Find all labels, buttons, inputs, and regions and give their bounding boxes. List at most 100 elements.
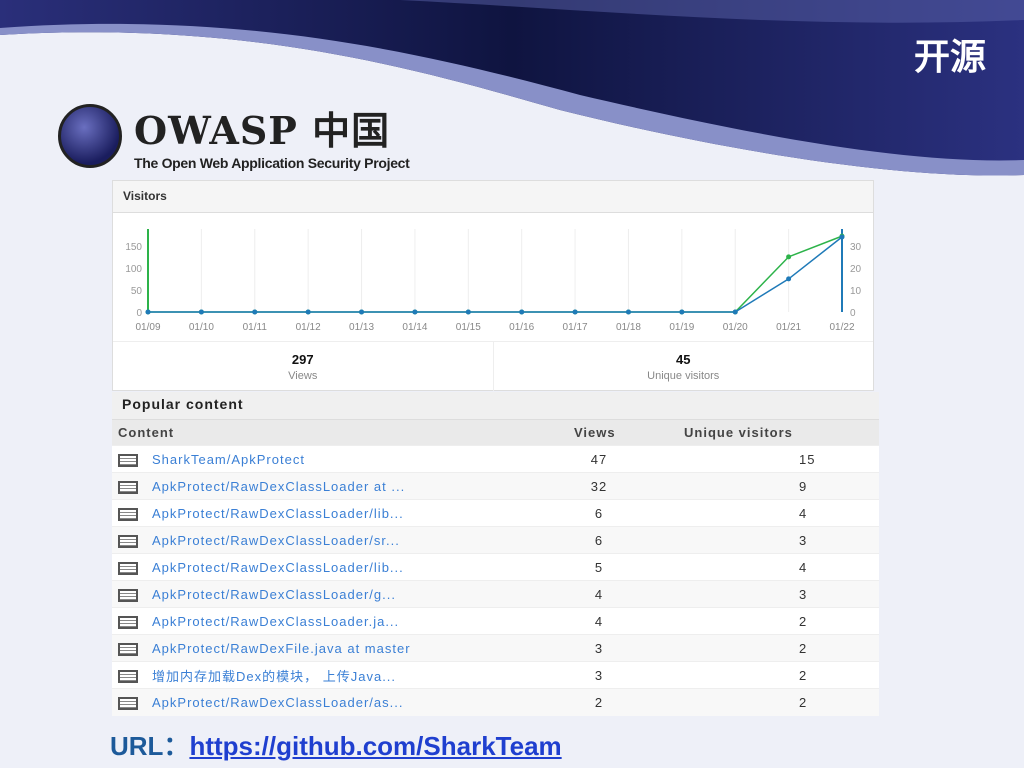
views-cell: 2: [544, 688, 654, 716]
x-tick-label: 01/14: [402, 322, 427, 333]
data-point: [305, 309, 311, 315]
table-row: ApkProtect/RawDexClassLoader/g... 4 3: [112, 580, 879, 608]
logo-tagline: The Open Web Application Security Projec…: [134, 155, 410, 171]
content-link[interactable]: ApkProtect/RawDexClassLoader/g...: [152, 587, 396, 602]
table-row: SharkTeam/ApkProtect 47 15: [112, 445, 879, 473]
table-row: ApkProtect/RawDexClassLoader/sr... 6 3: [112, 526, 879, 554]
github-link[interactable]: https://github.com/SharkTeam: [189, 731, 561, 761]
x-tick-label: 01/12: [296, 322, 321, 333]
series-line-views: [148, 235, 843, 313]
col-views: Views: [544, 419, 654, 446]
table-row: 增加内存加载Dex的模块， 上传Java... 3 2: [112, 661, 879, 689]
data-point: [519, 309, 525, 315]
x-tick-label: 01/16: [509, 322, 534, 333]
table-row: ApkProtect/RawDexClassLoader at ... 32 9: [112, 472, 879, 500]
data-point: [786, 276, 792, 282]
data-point: [839, 234, 845, 240]
data-point: [252, 309, 258, 315]
views-cell: 6: [544, 499, 654, 527]
content-link[interactable]: ApkProtect/RawDexClassLoader at ...: [152, 479, 405, 494]
content-link[interactable]: ApkProtect/RawDexClassLoader/lib...: [152, 560, 404, 575]
data-point: [145, 309, 151, 315]
owasp-emblem-icon: [58, 103, 122, 168]
content-link[interactable]: ApkProtect/RawDexClassLoader/sr...: [152, 533, 400, 548]
unique-cell: 4: [654, 553, 879, 581]
url-line: URL：https://github.com/SharkTeam: [110, 726, 562, 763]
data-point: [465, 309, 471, 315]
document-icon: [118, 588, 138, 602]
x-tick-label: 01/10: [189, 322, 214, 333]
left-tick-label: 0: [136, 308, 142, 319]
data-point: [625, 309, 631, 315]
right-tick-label: 10: [850, 286, 862, 297]
unique-cell: 2: [654, 634, 879, 662]
series-line-unique-visitors: [148, 236, 843, 313]
data-point: [198, 309, 204, 315]
views-cell: 4: [544, 580, 654, 608]
views-cell: 32: [544, 472, 654, 500]
views-cell: 4: [544, 607, 654, 635]
unique-cell: 9: [654, 472, 879, 500]
x-tick-label: 01/15: [456, 322, 481, 333]
unique-cell: 2: [654, 607, 879, 635]
x-tick-label: 01/18: [616, 322, 641, 333]
content-link[interactable]: ApkProtect/RawDexClassLoader.ja...: [152, 614, 399, 629]
data-point: [359, 309, 365, 315]
views-stat: 297 Views: [113, 342, 493, 391]
x-tick-label: 01/13: [349, 322, 374, 333]
unique-cell: 2: [654, 661, 879, 689]
data-point: [572, 309, 578, 315]
unique-cell: 3: [654, 526, 879, 554]
views-cell: 3: [544, 634, 654, 662]
popular-title: Popular content: [112, 392, 879, 419]
col-content: Content: [112, 419, 544, 446]
content-link[interactable]: ApkProtect/RawDexClassLoader/lib...: [152, 506, 404, 521]
x-tick-label: 01/19: [669, 322, 694, 333]
col-unique: Unique visitors: [654, 419, 879, 446]
content-link[interactable]: 增加内存加载Dex的模块， 上传Java...: [152, 669, 396, 684]
document-icon: [118, 561, 138, 575]
url-label: URL：: [110, 731, 190, 761]
x-tick-label: 01/22: [829, 322, 854, 333]
unique-cell: 4: [654, 499, 879, 527]
left-tick-label: 50: [131, 286, 143, 297]
unique-cell: 15: [654, 445, 879, 473]
views-label: Views: [288, 370, 318, 382]
x-tick-label: 01/21: [776, 322, 801, 333]
document-icon: [118, 669, 138, 683]
data-point: [786, 254, 792, 260]
views-cell: 47: [544, 445, 654, 473]
visitors-chart: 01/09 01/10 01/11 01/12 01/13 01/14 01/15 01/16…: [125, 229, 862, 333]
views-total: 297: [291, 352, 314, 367]
table-row: ApkProtect/RawDexClassLoader/lib... 6 4: [112, 499, 879, 527]
left-tick-label: 150: [125, 242, 142, 253]
document-icon: [118, 642, 138, 656]
document-icon: [118, 696, 138, 710]
visitors-title: Visitors: [113, 181, 873, 213]
unique-label: Unique visitors: [647, 370, 720, 382]
slide-title: 开源: [913, 37, 986, 78]
popular-table: Content Views Unique visitors SharkTeam/…: [112, 419, 879, 716]
x-tick-label: 01/17: [563, 322, 588, 333]
document-icon: [118, 453, 138, 467]
table-row: ApkProtect/RawDexFile.java at master 3 2: [112, 634, 879, 662]
right-tick-label: 30: [850, 242, 862, 253]
document-icon: [118, 507, 138, 521]
left-tick-label: 100: [125, 264, 142, 275]
popular-content: Popular content Content Views Unique vis…: [112, 392, 879, 716]
x-tick-label: 01/20: [723, 322, 748, 333]
data-point: [412, 309, 418, 315]
content-link[interactable]: ApkProtect/RawDexClassLoader/as...: [152, 695, 403, 710]
x-tick-label: 01/11: [243, 322, 268, 333]
right-tick-label: 0: [850, 308, 856, 319]
right-tick-label: 20: [850, 264, 862, 275]
content-link[interactable]: SharkTeam/ApkProtect: [152, 452, 305, 467]
content-link[interactable]: ApkProtect/RawDexFile.java at master: [152, 641, 411, 656]
visitors-panel: Visitors 01/09 01/10 01/11 01/12 01/13 01/14 0…: [112, 180, 874, 391]
views-cell: 5: [544, 553, 654, 581]
document-icon: [118, 534, 138, 548]
x-tick-label: 01/09: [135, 322, 160, 333]
views-cell: 3: [544, 661, 654, 689]
unique-cell: 3: [654, 580, 879, 608]
owasp-logo: OWASP 中国 The Open Web Application Securi…: [58, 100, 410, 171]
